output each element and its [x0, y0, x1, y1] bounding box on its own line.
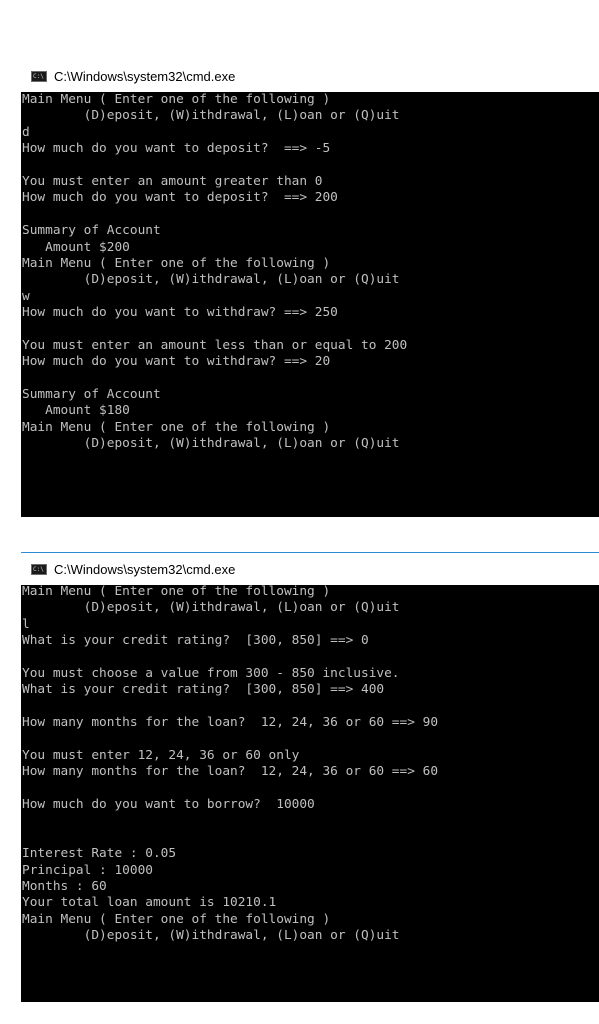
console-line: You must enter 12, 24, 36 or 60 only — [22, 747, 300, 763]
console-line: Principal : 10000 — [22, 862, 153, 878]
console-line: How much do you want to borrow? 10000 — [22, 797, 315, 813]
console-line: Amount $180 — [22, 403, 130, 419]
console-line: (D)eposit, (W)ithdrawal, (L)oan or (Q)ui… — [22, 108, 400, 124]
console-line: Main Menu ( Enter one of the following ) — [22, 92, 331, 107]
console-line: You must choose a value from 300 - 850 i… — [22, 665, 400, 681]
console-line: What is your credit rating? [300, 850] =… — [22, 682, 385, 698]
console-line: (D)eposit, (W)ithdrawal, (L)oan or (Q)ui… — [22, 436, 400, 452]
window-titlebar[interactable]: C:\Windows\system32\cmd.exe — [21, 553, 599, 585]
console-line: (D)eposit, (W)ithdrawal, (L)oan or (Q)ui… — [22, 272, 400, 288]
console-line: You must enter an amount greater than 0 — [22, 173, 323, 189]
console-line: (D)eposit, (W)ithdrawal, (L)oan or (Q)ui… — [22, 600, 400, 616]
console-line: Main Menu ( Enter one of the following ) — [22, 419, 331, 435]
cmd-window-bottom[interactable]: C:\Windows\system32\cmd.exe Main Menu ( … — [21, 552, 599, 1002]
console-line: w — [22, 288, 30, 304]
console-output[interactable]: Main Menu ( Enter one of the following )… — [21, 584, 599, 1002]
cmd-icon — [31, 563, 47, 575]
window-title: C:\Windows\system32\cmd.exe — [54, 561, 236, 577]
cmd-icon — [31, 70, 47, 82]
console-line: How many months for the loan? 12, 24, 36… — [22, 764, 439, 780]
console-line: d — [22, 124, 30, 140]
console-line: Amount $200 — [22, 239, 130, 255]
console-line: Interest Rate : 0.05 — [22, 846, 177, 862]
console-line: Your total loan amount is 10210.1 — [22, 895, 277, 911]
console-line: You must enter an amount less than or eq… — [22, 337, 408, 353]
window-titlebar[interactable]: C:\Windows\system32\cmd.exe — [21, 60, 599, 92]
console-line: Summary of Account — [22, 387, 161, 403]
console-line: Main Menu ( Enter one of the following ) — [22, 911, 331, 927]
console-line: How much do you want to deposit? ==> 200 — [22, 190, 338, 206]
console-line: l — [22, 616, 30, 632]
console-line: How much do you want to withdraw? ==> 20 — [22, 354, 331, 370]
cmd-window-top[interactable]: C:\Windows\system32\cmd.exe Main Menu ( … — [21, 60, 599, 517]
console-line: Summary of Account — [22, 223, 161, 239]
console-line: What is your credit rating? [300, 850] =… — [22, 633, 369, 649]
console-line: How many months for the loan? 12, 24, 36… — [22, 715, 439, 731]
console-line: Months : 60 — [22, 879, 107, 895]
console-line: How much do you want to withdraw? ==> 25… — [22, 305, 338, 321]
console-output[interactable]: Main Menu ( Enter one of the following )… — [21, 92, 599, 517]
console-line: How much do you want to deposit? ==> -5 — [22, 141, 331, 157]
window-title: C:\Windows\system32\cmd.exe — [54, 68, 236, 84]
console-line: (D)eposit, (W)ithdrawal, (L)oan or (Q)ui… — [22, 928, 400, 944]
console-line: Main Menu ( Enter one of the following ) — [22, 584, 331, 599]
console-line: Main Menu ( Enter one of the following ) — [22, 255, 331, 271]
